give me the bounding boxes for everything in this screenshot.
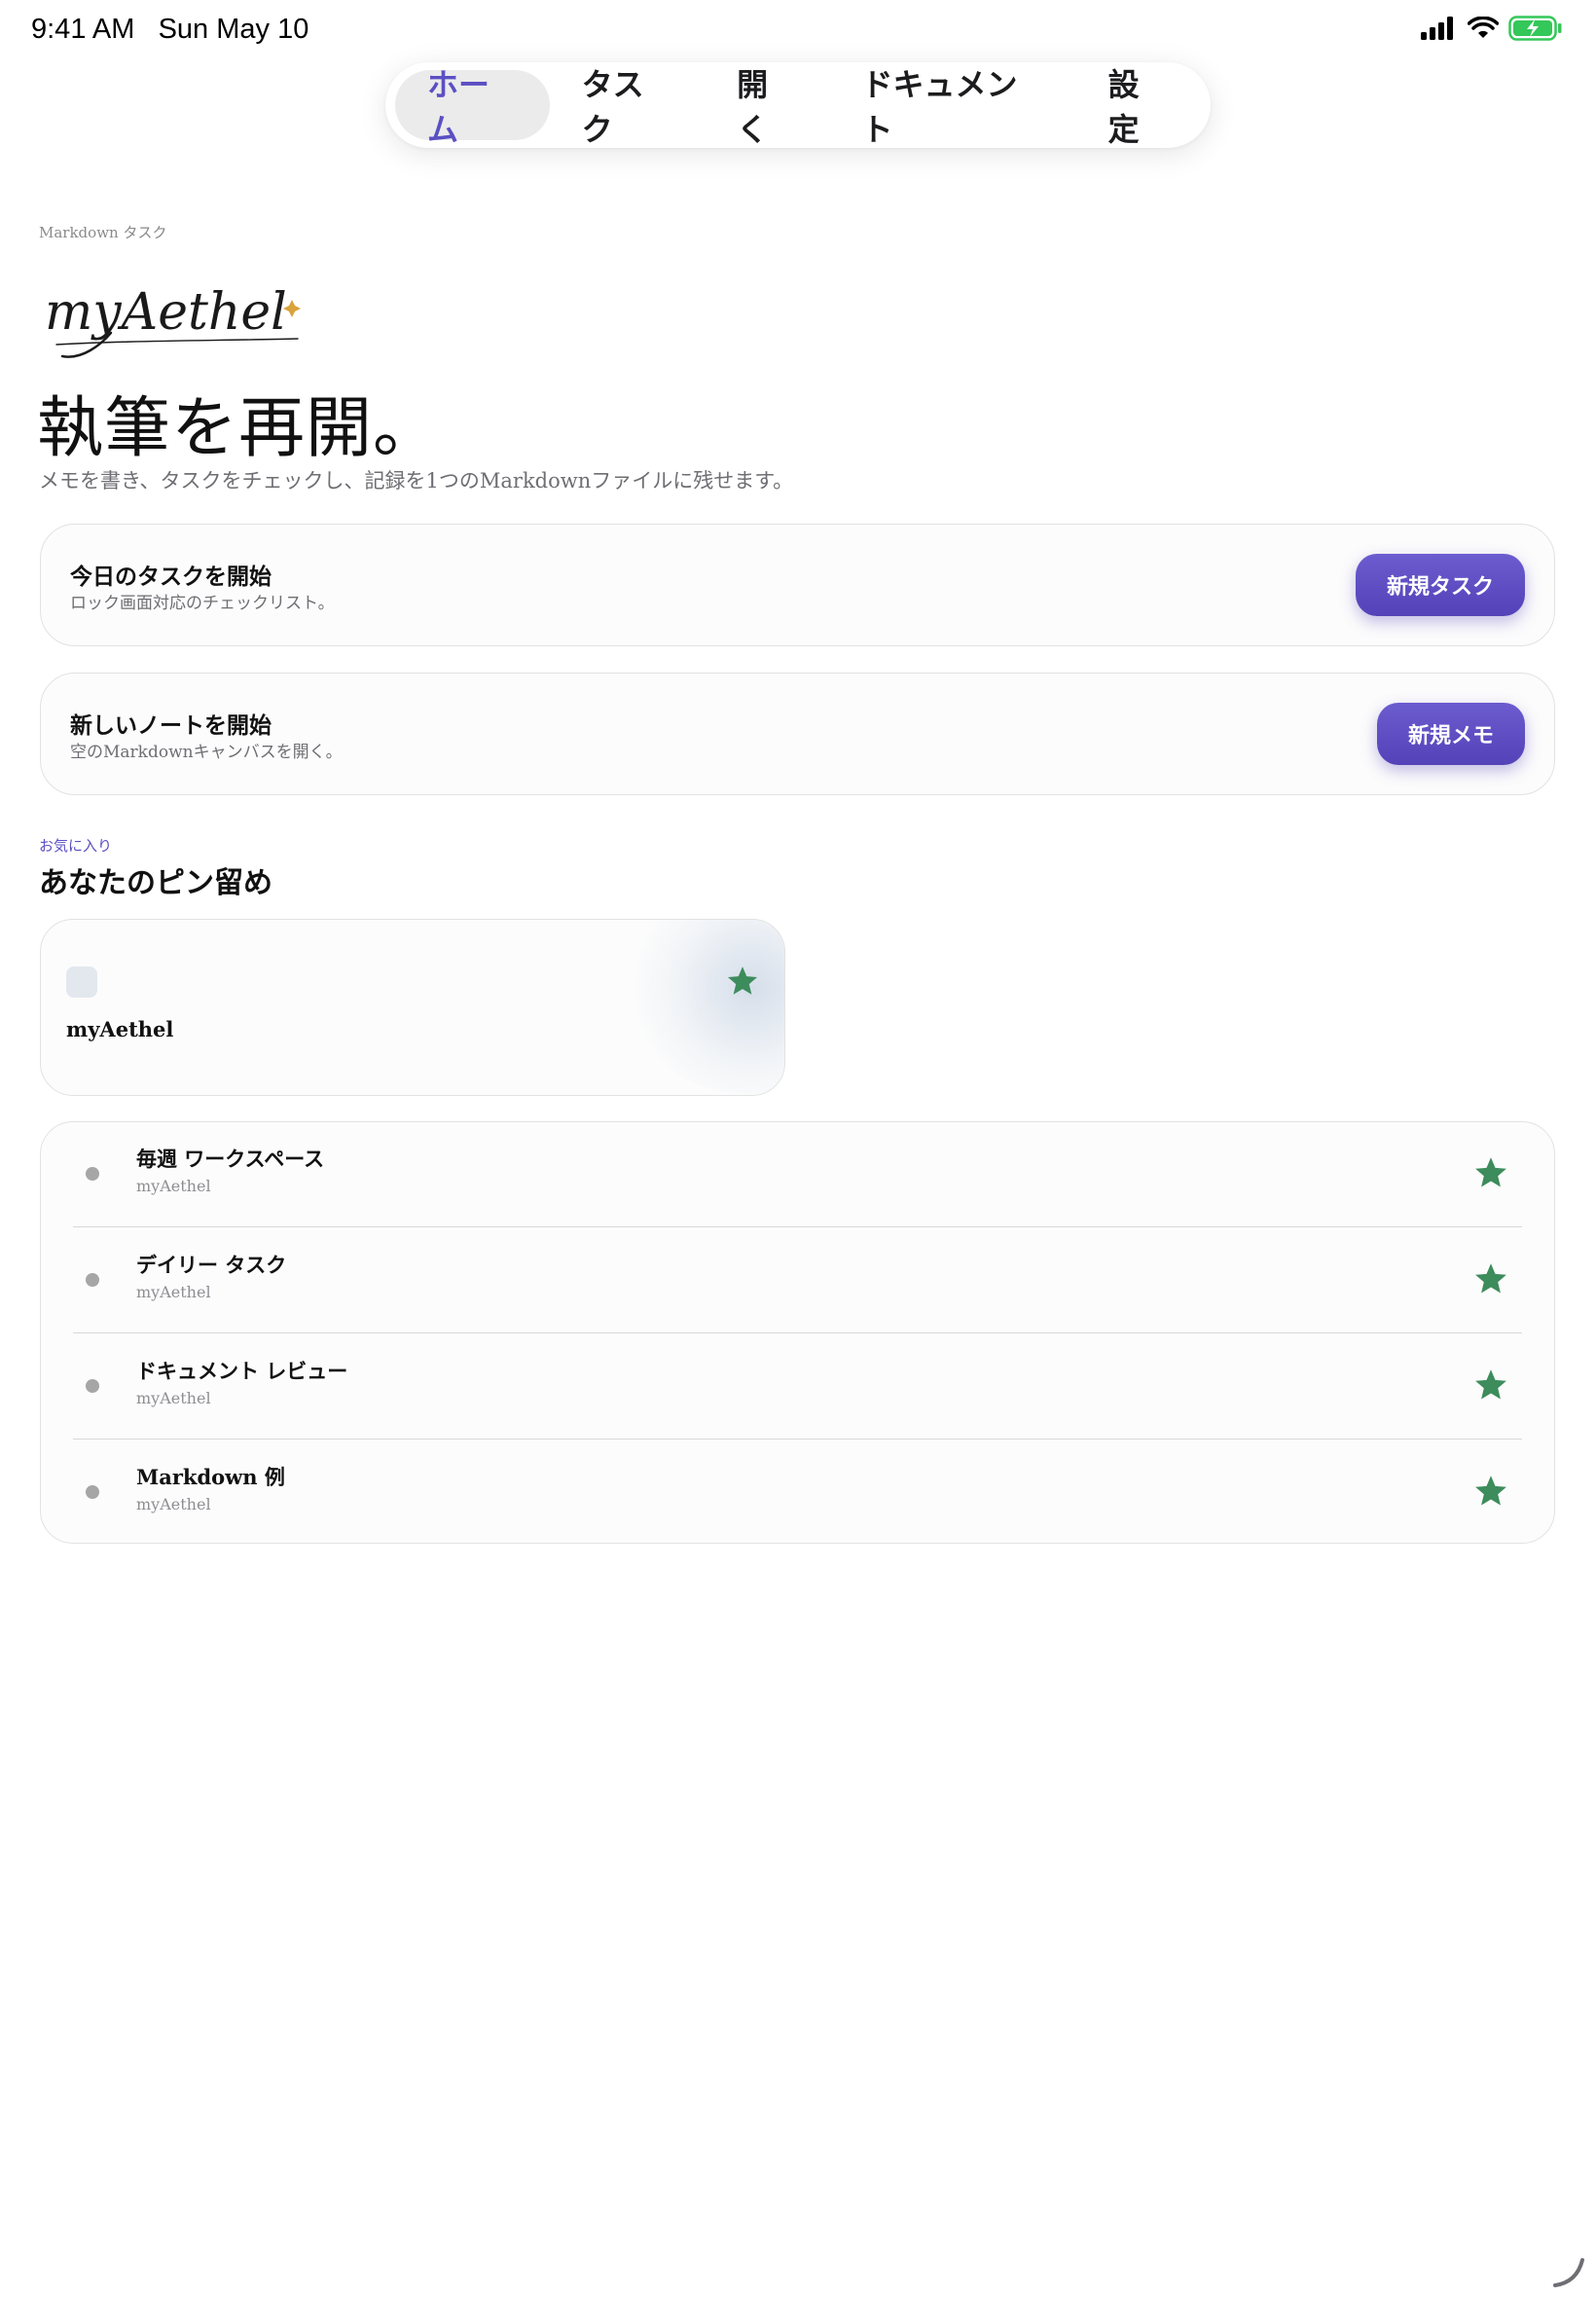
top-tab-bar: ホーム タスク 開く ドキュメント 設定 [385,62,1211,148]
logo-text: myAethel [45,283,287,342]
status-bar: 9:41 AM Sun May 10 [0,0,1596,62]
list-item-title: 毎週 ワークスペース [136,1147,325,1171]
tab-settings[interactable]: 設定 [1076,66,1201,148]
list-item-subtitle: myAethel [136,1177,211,1195]
pinned-section-title: あなたのピン留め [39,866,272,900]
tab-open[interactable]: 開く [705,66,829,148]
app-logo: myAethel [45,283,301,358]
card-glow [625,920,784,1095]
status-time: 9:41 AM Sun May 10 [31,14,308,46]
battery-charging-icon [1508,16,1562,41]
list-item-subtitle: myAethel [136,1389,211,1407]
list-item-title: ドキュメント レビュー [136,1359,348,1383]
star-icon[interactable] [1473,1367,1508,1403]
list-item[interactable]: ドキュメント レビュー myAethel [73,1334,1522,1440]
start-tasks-card: 今日のタスクを開始 ロック画面対応のチェックリスト。 新規タスク [40,524,1555,646]
tab-home[interactable]: ホーム [395,66,550,148]
star-icon[interactable] [726,965,759,998]
new-memo-button[interactable]: 新規メモ [1376,703,1525,765]
pinned-eyebrow: お気に入り [39,837,113,855]
star-icon[interactable] [1473,1474,1508,1509]
workspace-icon [66,966,97,998]
start-note-description: 空のMarkdownキャンバスを開く。 [70,743,343,762]
tab-documents[interactable]: ドキュメント [830,66,1076,148]
star-icon[interactable] [1473,1261,1508,1296]
start-note-card: 新しいノートを開始 空のMarkdownキャンバスを開く。 新規メモ [40,673,1555,795]
list-item-title: デイリー タスク [136,1253,287,1277]
bullet-dot [86,1379,99,1393]
pinned-workspace-card[interactable]: myAethel [40,919,785,1096]
bullet-dot [86,1273,99,1287]
start-tasks-title: 今日のタスクを開始 [70,564,272,590]
new-task-button[interactable]: 新規タスク [1355,554,1525,616]
list-item[interactable]: 毎週 ワークスペース myAethel [73,1122,1522,1227]
wifi-icon [1468,17,1499,38]
bullet-dot [86,1485,99,1499]
list-item[interactable]: Markdown 例 myAethel [73,1440,1522,1546]
list-item-title: Markdown 例 [136,1465,285,1489]
hero-eyebrow: Markdown タスク [39,224,167,241]
bullet-dot [86,1167,99,1181]
page-subtitle: メモを書き、タスクをチェックし、記録を1つのMarkdownファイルに残せます。 [39,469,794,492]
list-item-subtitle: myAethel [136,1283,211,1301]
star-icon[interactable] [1473,1155,1508,1190]
start-tasks-description: ロック画面対応のチェックリスト。 [70,594,335,613]
status-icons [1421,16,1563,41]
status-time-date: Sun May 10 [158,14,309,45]
start-note-title: 新しいノートを開始 [70,712,272,739]
cellular-signal-icon [1421,17,1453,40]
pinned-list: 毎週 ワークスペース myAethel デイリー タスク myAethel ドキ… [40,1121,1555,1544]
page-title: 執筆を再開。 [37,390,441,467]
pinned-card-title: myAethel [66,1017,174,1041]
list-item-subtitle: myAethel [136,1495,211,1513]
status-time-clock: 9:41 AM [31,14,135,45]
list-item[interactable]: デイリー タスク myAethel [73,1228,1522,1333]
resize-handle-icon [1553,2258,1584,2287]
tab-tasks[interactable]: タスク [550,66,706,148]
